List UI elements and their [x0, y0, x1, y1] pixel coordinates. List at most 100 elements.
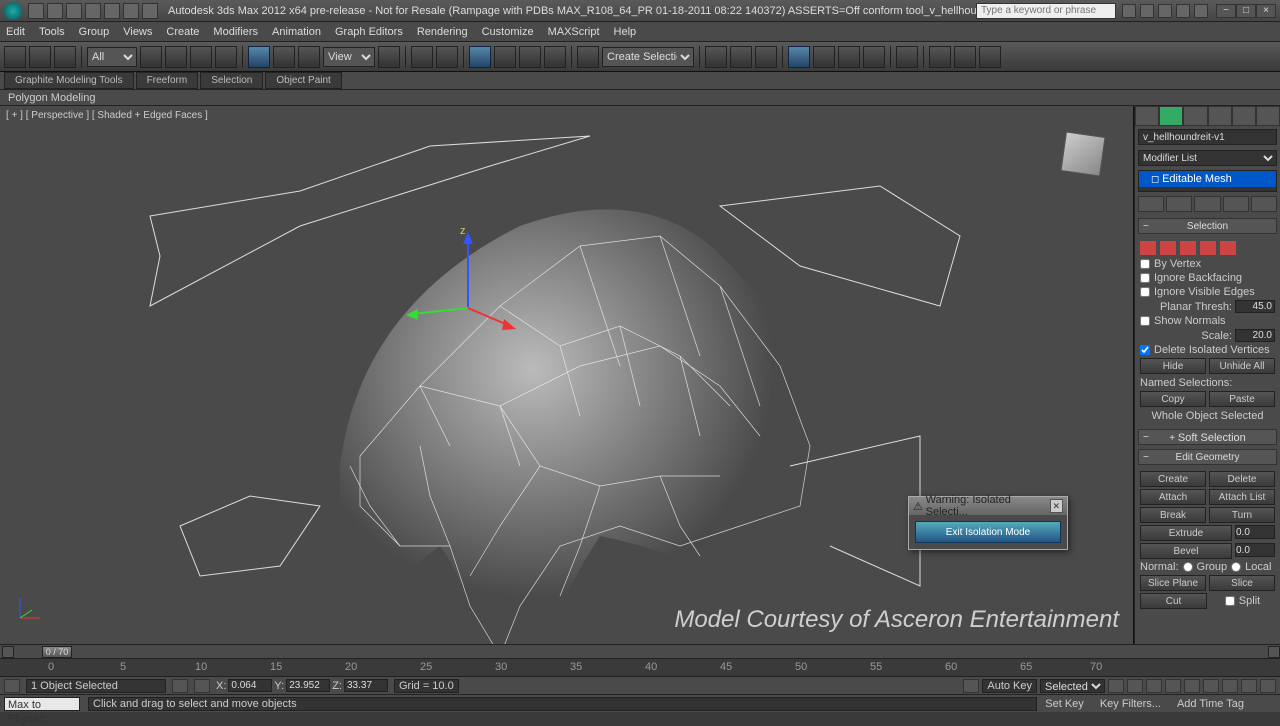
manipulate-button[interactable]: [411, 46, 433, 68]
schematic-view-button[interactable]: [863, 46, 885, 68]
slice-plane-button[interactable]: Slice Plane: [1140, 575, 1206, 591]
menu-rendering[interactable]: Rendering: [417, 26, 468, 38]
window-crossing-button[interactable]: [215, 46, 237, 68]
selection-filter-dropdown[interactable]: All: [87, 47, 137, 67]
menu-modifiers[interactable]: Modifiers: [213, 26, 258, 38]
nav-pan-icon[interactable]: [1203, 679, 1219, 693]
keyboard-shortcut-button[interactable]: [436, 46, 458, 68]
ribbon-expand-icon[interactable]: [348, 74, 364, 88]
time-slider[interactable]: 0 / 70: [0, 644, 1280, 658]
object-name-field[interactable]: v_hellhoundreit-v1: [1138, 129, 1277, 145]
comm-center-icon[interactable]: [1140, 4, 1154, 18]
open-icon[interactable]: [47, 3, 63, 19]
select-region-button[interactable]: [190, 46, 212, 68]
break-button[interactable]: Break: [1140, 507, 1206, 523]
menu-animation[interactable]: Animation: [272, 26, 321, 38]
app-logo-icon[interactable]: [4, 2, 22, 20]
x-coord-input[interactable]: [228, 679, 272, 692]
rollout-soft-selection[interactable]: + Soft Selection: [1138, 429, 1277, 445]
menu-customize[interactable]: Customize: [482, 26, 534, 38]
tab-display-icon[interactable]: [1232, 106, 1256, 126]
search-icon[interactable]: [1122, 4, 1136, 18]
track-bar[interactable]: 0 5 10 15 20 25 30 35 40 45 50 55 60 65 …: [0, 658, 1280, 676]
spin-snap-button[interactable]: [544, 46, 566, 68]
absolute-mode-icon[interactable]: [194, 679, 210, 693]
pivot-center-button[interactable]: [378, 46, 400, 68]
y-coord-input[interactable]: [286, 679, 330, 692]
graphite-toggle-button[interactable]: [788, 46, 810, 68]
slice-button[interactable]: Slice: [1209, 575, 1275, 591]
ribbon-tab-objectpaint[interactable]: Object Paint: [265, 72, 341, 89]
unlink-button[interactable]: [29, 46, 51, 68]
cut-button[interactable]: Cut: [1140, 593, 1207, 609]
planar-thresh-spinner[interactable]: [1235, 300, 1275, 313]
stack-item-editable-mesh[interactable]: ◻ Editable Mesh: [1139, 171, 1276, 187]
save-icon[interactable]: [66, 3, 82, 19]
ribbon-tab-selection[interactable]: Selection: [200, 72, 263, 89]
vertex-subobj-icon[interactable]: [1140, 241, 1156, 255]
maxscript-listener[interactable]: Max to Physac:: [4, 697, 80, 711]
by-vertex-checkbox[interactable]: [1140, 259, 1150, 269]
edit-named-sel-button[interactable]: [577, 46, 599, 68]
mirror-button[interactable]: [705, 46, 727, 68]
play-icon[interactable]: [1146, 679, 1162, 693]
render-button[interactable]: [979, 46, 1001, 68]
ignore-backfacing-checkbox[interactable]: [1140, 273, 1150, 283]
tab-create-icon[interactable]: [1135, 106, 1159, 126]
configure-sets-icon[interactable]: [1251, 196, 1277, 212]
material-editor-button[interactable]: [896, 46, 918, 68]
make-unique-icon[interactable]: [1194, 196, 1220, 212]
turn-button[interactable]: Turn: [1209, 507, 1275, 523]
render-frame-button[interactable]: [954, 46, 976, 68]
ignore-visible-edges-checkbox[interactable]: [1140, 287, 1150, 297]
extrude-spinner[interactable]: [1235, 525, 1275, 539]
viewcube-icon[interactable]: [1060, 131, 1105, 176]
extrude-button[interactable]: Extrude: [1140, 525, 1232, 541]
remove-modifier-icon[interactable]: [1223, 196, 1249, 212]
tab-motion-icon[interactable]: [1208, 106, 1232, 126]
add-time-tag-button[interactable]: Add Time Tag: [1177, 698, 1244, 710]
select-rotate-button[interactable]: [273, 46, 295, 68]
autokey-button[interactable]: Auto Key: [982, 679, 1037, 693]
delete-isolated-checkbox[interactable]: [1140, 345, 1150, 355]
menu-views[interactable]: Views: [123, 26, 152, 38]
isolation-close-button[interactable]: ✕: [1050, 499, 1063, 513]
menu-create[interactable]: Create: [166, 26, 199, 38]
help-icon[interactable]: [1194, 4, 1208, 18]
link-icon[interactable]: [123, 3, 139, 19]
normals-scale-spinner[interactable]: [1235, 329, 1275, 342]
face-subobj-icon[interactable]: [1180, 241, 1196, 255]
bevel-spinner[interactable]: [1235, 543, 1275, 557]
menu-group[interactable]: Group: [79, 26, 110, 38]
create-button[interactable]: Create: [1140, 471, 1206, 487]
time-slider-right-icon[interactable]: [1268, 646, 1280, 658]
ribbon-tab-freeform[interactable]: Freeform: [136, 72, 199, 89]
show-end-result-icon[interactable]: [1166, 196, 1192, 212]
poly-subobj-icon[interactable]: [1200, 241, 1216, 255]
select-object-button[interactable]: [140, 46, 162, 68]
nav-orbit-icon[interactable]: [1241, 679, 1257, 693]
show-normals-checkbox[interactable]: [1140, 316, 1150, 326]
menu-edit[interactable]: Edit: [6, 26, 25, 38]
help-search-input[interactable]: [976, 3, 1116, 19]
setkey-button[interactable]: Set Key: [1045, 698, 1084, 710]
delete-button[interactable]: Delete: [1209, 471, 1275, 487]
percent-snap-button[interactable]: [519, 46, 541, 68]
menu-tools[interactable]: Tools: [39, 26, 65, 38]
ribbon-tab-graphite[interactable]: Graphite Modeling Tools: [4, 72, 134, 89]
dope-sheet-button[interactable]: [838, 46, 860, 68]
maximize-button[interactable]: □: [1236, 4, 1256, 18]
viewport[interactable]: [ + ] [ Perspective ] [ Shaded + Edged F…: [0, 106, 1134, 644]
bevel-button[interactable]: Bevel: [1140, 543, 1232, 559]
isolation-dialog-title[interactable]: ⚠ Warning: Isolated Selecti... ✕: [909, 497, 1067, 515]
modifier-stack[interactable]: ◻ Editable Mesh: [1138, 170, 1277, 192]
goto-end-icon[interactable]: [1184, 679, 1200, 693]
align-button[interactable]: [730, 46, 752, 68]
z-coord-input[interactable]: [344, 679, 388, 692]
pin-stack-icon[interactable]: [1138, 196, 1164, 212]
nav-zoom-icon[interactable]: [1222, 679, 1238, 693]
tab-modify-icon[interactable]: [1159, 106, 1183, 126]
select-scale-button[interactable]: [298, 46, 320, 68]
mini-curve-editor-icon[interactable]: [4, 679, 20, 693]
select-by-name-button[interactable]: [165, 46, 187, 68]
